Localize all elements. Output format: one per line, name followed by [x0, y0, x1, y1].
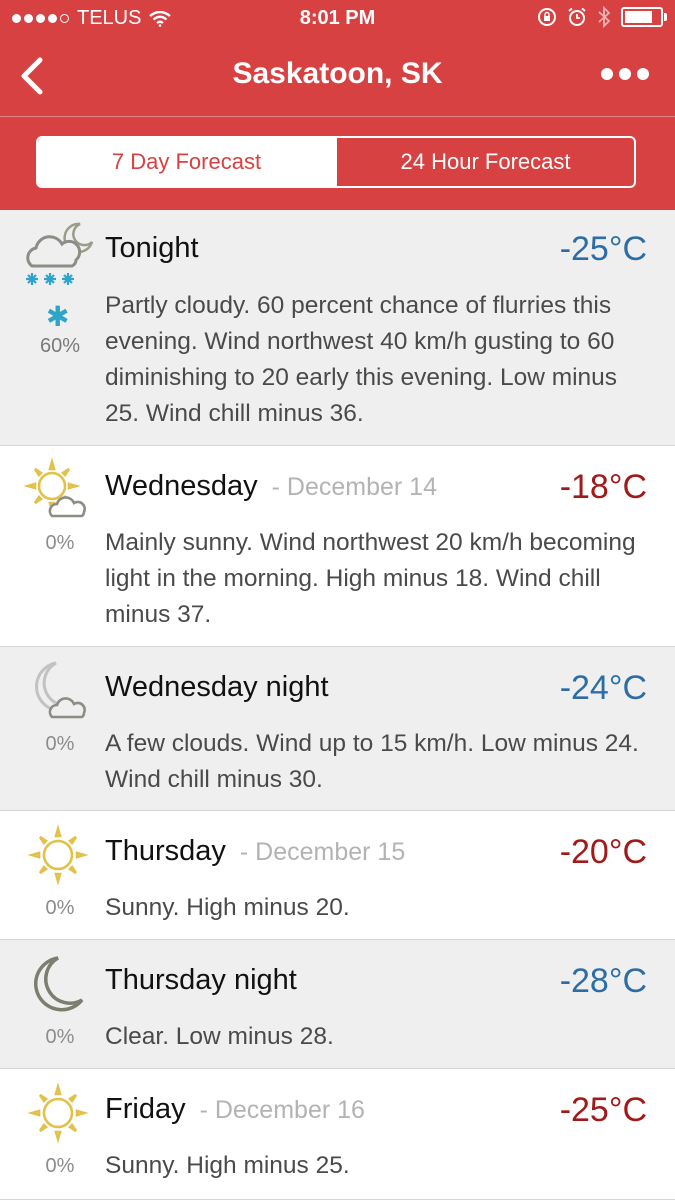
- period-date: - December 16: [199, 1096, 365, 1124]
- forecast-description: Sunny. High minus 25.: [105, 1152, 350, 1179]
- rotation-lock-icon: [538, 8, 556, 26]
- period-name: Wednesday night: [105, 671, 329, 703]
- battery-icon: [621, 7, 667, 27]
- forecast-description: Mainly sunny. Wind northwest 20 km/h bec…: [105, 529, 636, 628]
- app-header: TELUS 8:01 PM Saskatoon, SK 7 Day Foreca…: [0, 0, 675, 210]
- forecast-day: Thursday - December 15: [105, 835, 405, 868]
- list-item[interactable]: 0% Friday - December 16 -25°C Sunny. High…: [0, 1069, 675, 1200]
- list-item[interactable]: 0% Thursday - December 15 -20°C Sunny. Hi…: [0, 811, 675, 940]
- period-date: - December 14: [271, 473, 437, 501]
- forecast-temperature: -24°C: [559, 669, 647, 707]
- list-item[interactable]: 0% Wednesday - December 14 -18°C Mainly s…: [0, 446, 675, 647]
- moon-icon: [33, 956, 84, 1012]
- precip-probability: 0%: [45, 532, 75, 554]
- forecast-day: Tonight: [105, 232, 199, 265]
- more-dots-icon[interactable]: [601, 68, 649, 80]
- precip-probability: 0%: [45, 733, 75, 755]
- list-item[interactable]: 0% Wednesday night -24°C A few clouds. W…: [0, 647, 675, 811]
- nav-bar: Saskatoon, SK: [0, 38, 675, 116]
- period-name: Thursday night: [105, 964, 297, 996]
- sun-icon: [27, 1082, 89, 1144]
- forecast-description: Sunny. High minus 20.: [105, 894, 350, 921]
- moon-with-cloud-icon: [35, 661, 86, 719]
- period-name: Tonight: [105, 232, 199, 264]
- forecast-day: Thursday night: [105, 964, 297, 997]
- status-bar: TELUS 8:01 PM: [0, 0, 675, 38]
- forecast-day: Friday - December 16: [105, 1093, 365, 1126]
- bluetooth-icon: [598, 6, 611, 28]
- forecast-list: ✱ 60% Tonight -25°C Partly cloudy. 60 pe…: [0, 210, 675, 1200]
- forecast-description: A few clouds. Wind up to 15 km/h. Low mi…: [105, 730, 639, 793]
- alarm-icon: [568, 7, 586, 26]
- list-item[interactable]: ✱ 60% Tonight -25°C Partly cloudy. 60 pe…: [0, 210, 675, 446]
- cloudy-night-snow-icon: [26, 222, 94, 285]
- status-icons: [537, 6, 667, 28]
- precip-probability: 60%: [39, 335, 81, 357]
- period-name: Wednesday: [105, 470, 258, 502]
- snowflake-icon: ✱: [46, 301, 70, 332]
- period-date: - December 15: [239, 838, 406, 866]
- precip-probability: 0%: [45, 897, 75, 919]
- sun-with-cloud-icon: [23, 457, 86, 518]
- page-title: Saskatoon, SK: [232, 57, 443, 90]
- forecast-day: Wednesday night: [105, 671, 329, 704]
- tab-24-hour-forecast[interactable]: 24 Hour Forecast: [335, 138, 634, 186]
- forecast-day: Wednesday - December 14: [105, 470, 437, 503]
- sun-icon: [27, 824, 89, 886]
- forecast-description: Clear. Low minus 28.: [105, 1023, 334, 1050]
- period-name: Friday: [105, 1093, 186, 1125]
- precip-probability: 0%: [45, 1026, 75, 1048]
- tab-7-day-forecast[interactable]: 7 Day Forecast: [38, 138, 335, 186]
- forecast-tabs: 7 Day Forecast 24 Hour Forecast: [36, 136, 636, 188]
- forecast-description: Partly cloudy. 60 percent chance of flur…: [105, 292, 618, 427]
- forecast-temperature: -28°C: [559, 962, 647, 1000]
- nav-divider: [0, 116, 675, 117]
- forecast-temperature: -18°C: [559, 468, 647, 506]
- forecast-temperature: -20°C: [559, 833, 647, 871]
- period-name: Thursday: [105, 835, 226, 867]
- precip-probability: 0%: [45, 1155, 75, 1177]
- forecast-temperature: -25°C: [559, 230, 647, 268]
- forecast-temperature: -25°C: [559, 1091, 647, 1129]
- list-item[interactable]: 0% Thursday night -28°C Clear. Low minus…: [0, 940, 675, 1069]
